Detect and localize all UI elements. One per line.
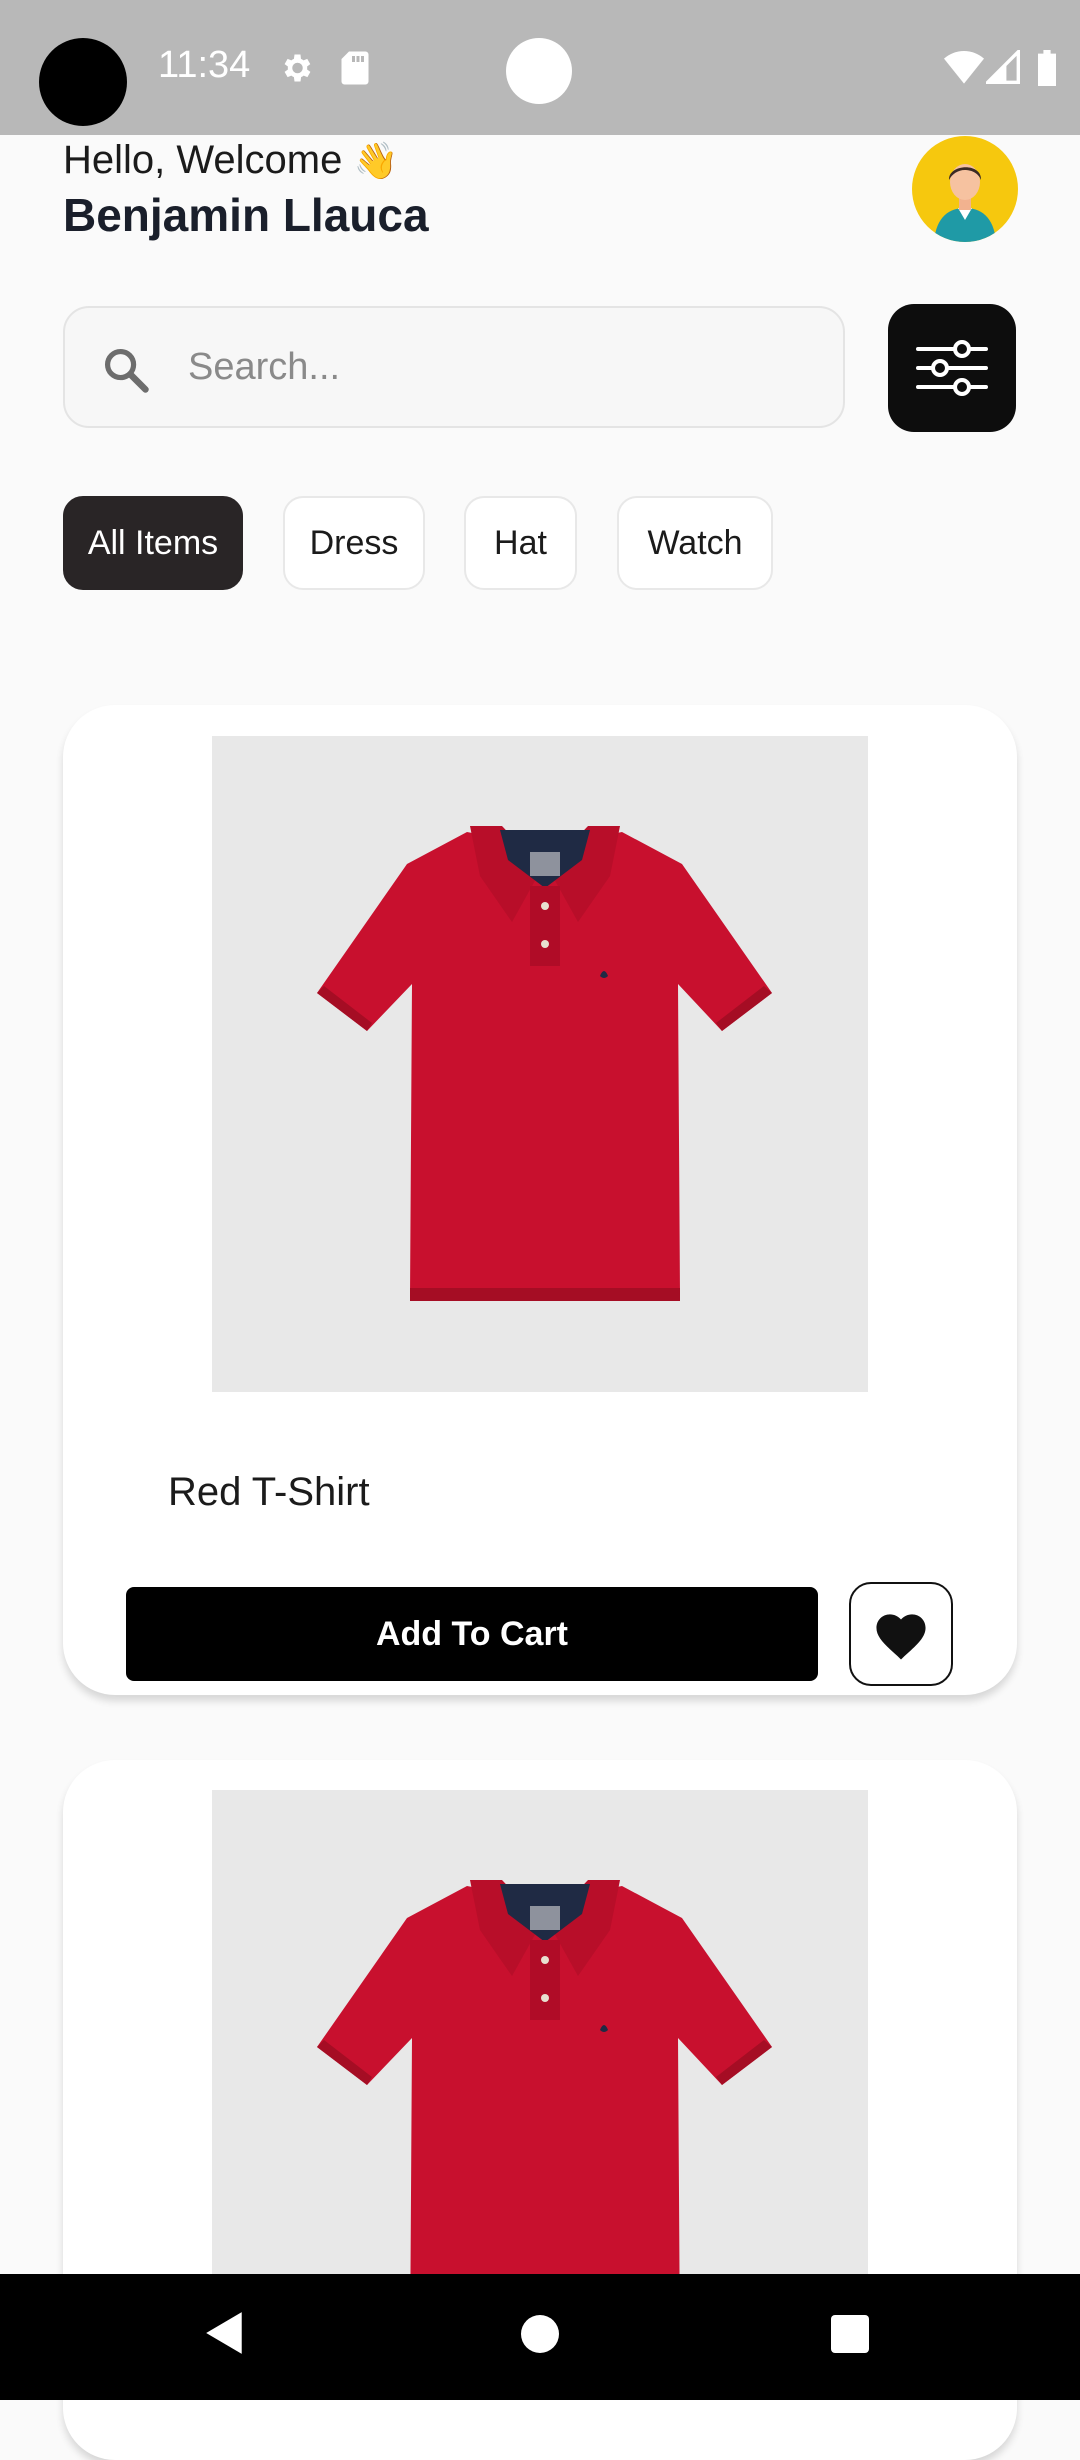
heart-icon [876,1614,926,1660]
search-input[interactable] [188,336,808,398]
greeting-label: Hello, Welcome [63,138,343,182]
category-chip-watch[interactable]: Watch [617,496,773,590]
category-chip-hat[interactable]: Hat [464,496,577,590]
front-camera-dot [506,38,572,104]
user-name: Benjamin Llauca [63,189,429,241]
add-to-cart-button[interactable]: Add To Cart [126,1587,818,1681]
wifi-icon [944,50,984,89]
gear-icon [278,50,314,91]
camera-cutout [39,38,127,126]
search-icon [100,344,152,401]
sd-card-icon [340,50,370,91]
back-icon[interactable] [204,2310,246,2361]
user-avatar-icon[interactable] [912,136,1018,242]
signal-icon [983,47,1020,89]
category-chip-all-items[interactable]: All Items [63,496,243,590]
favorite-button[interactable] [849,1582,953,1686]
product-name: Red T-Shirt [168,1470,370,1514]
home-icon[interactable] [520,2314,560,2359]
recents-icon[interactable] [830,2314,870,2359]
status-time: 11:34 [158,44,251,86]
sliders-icon [916,340,988,396]
filter-button[interactable] [888,304,1016,432]
battery-icon [1036,50,1058,91]
product-image [212,736,868,1392]
product-image [212,1790,868,2274]
category-chip-dress[interactable]: Dress [283,496,425,590]
waving-hand-icon: 👋 [353,140,399,181]
greeting-text: Hello, Welcome 👋 [63,138,398,183]
